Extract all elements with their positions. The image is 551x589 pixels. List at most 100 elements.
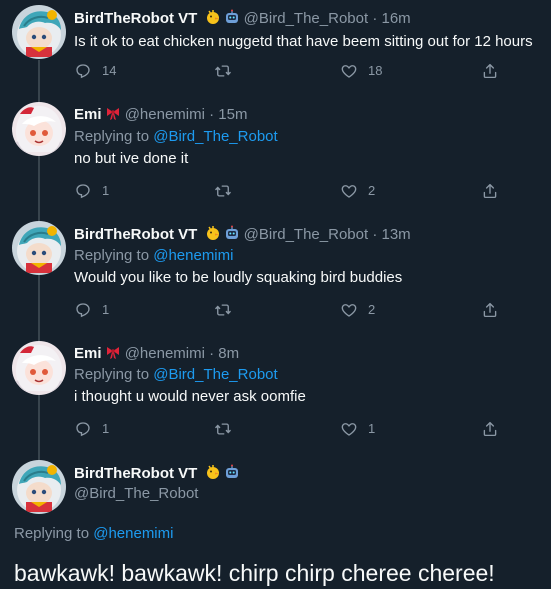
like-count: 2	[368, 302, 376, 317]
main-tweet-name-row: BirdTheRobot VT	[74, 464, 240, 482]
reply-count: 14	[102, 63, 117, 78]
share-icon	[481, 301, 499, 319]
avatar[interactable]	[12, 102, 66, 156]
tweet-actions: 1 2	[74, 301, 514, 321]
replying-to: Replying to @Bird_The_Robot	[74, 128, 278, 145]
tweet-actions: 1 1	[74, 420, 514, 440]
replying-handle-link[interactable]: @henemimi	[153, 247, 233, 264]
chick-emoji-icon	[205, 464, 221, 480]
emi-avatar-image	[12, 102, 66, 156]
retweet-button[interactable]	[214, 301, 242, 319]
bird-avatar-image	[12, 460, 66, 514]
share-icon	[481, 182, 499, 200]
like-icon	[340, 182, 358, 200]
replying-handle-link[interactable]: @henemimi	[93, 525, 173, 542]
tweet-actions: 14 18	[74, 62, 514, 82]
thread-tweet[interactable]: BirdTheRobot VT @Bird_The_Robot · 13m Re…	[0, 211, 551, 331]
like-icon	[340, 420, 358, 438]
display-name[interactable]: BirdTheRobot VT	[74, 10, 197, 27]
reply-icon	[74, 420, 92, 438]
timestamp[interactable]: 15m	[218, 106, 247, 123]
emi-avatar-image	[12, 341, 66, 395]
replying-label: Replying to	[74, 247, 150, 264]
display-name[interactable]: Emi	[74, 345, 102, 362]
replying-label: Replying to	[14, 525, 90, 542]
like-button[interactable]: 2	[340, 182, 375, 200]
share-icon	[481, 420, 499, 438]
bird-avatar-image	[12, 5, 66, 59]
separator: ·	[209, 345, 215, 362]
tweet-actions: 1 2	[74, 182, 514, 202]
replying-handle-link[interactable]: @Bird_The_Robot	[153, 128, 277, 145]
thread-tweet[interactable]: Emi @henemimi · 8m Replying to @Bird_The…	[0, 331, 551, 449]
handle[interactable]: @henemimi	[125, 345, 205, 362]
tweet-header: Emi @henemimi · 15m	[74, 105, 247, 123]
retweet-button[interactable]	[214, 182, 242, 200]
share-button[interactable]	[481, 62, 509, 80]
reply-button[interactable]: 1	[74, 182, 109, 200]
tweet-text: Is it ok to eat chicken nuggetd that hav…	[74, 33, 533, 50]
like-button[interactable]: 18	[340, 62, 382, 80]
avatar[interactable]	[12, 341, 66, 395]
thread-tweet[interactable]: Emi @henemimi · 15m Replying to @Bird_Th…	[0, 92, 551, 211]
display-name[interactable]: BirdTheRobot VT	[74, 465, 197, 482]
separator: ·	[372, 10, 378, 27]
timestamp[interactable]: 16m	[381, 10, 410, 27]
thread-tweet[interactable]: BirdTheRobot VT @Bird_The_Robot · 16m Is…	[0, 0, 551, 92]
handle[interactable]: @Bird_The_Robot	[244, 10, 368, 27]
share-button[interactable]	[481, 301, 509, 319]
replying-to: Replying to @henemimi	[74, 247, 233, 264]
separator: ·	[372, 226, 378, 243]
avatar[interactable]	[12, 460, 66, 514]
reply-button[interactable]: 14	[74, 62, 116, 80]
tweet-text: Would you like to be loudly squaking bir…	[74, 269, 403, 286]
avatar[interactable]	[12, 5, 66, 59]
retweet-button[interactable]	[214, 62, 242, 80]
tweet-text: no but ive done it	[74, 150, 189, 167]
retweet-icon	[214, 62, 232, 80]
retweet-icon	[214, 420, 232, 438]
display-name[interactable]: BirdTheRobot VT	[74, 226, 197, 243]
avatar[interactable]	[12, 221, 66, 275]
main-replying-to: Replying to @henemimi	[14, 525, 173, 542]
replying-handle-link[interactable]: @Bird_The_Robot	[153, 366, 277, 383]
retweet-button[interactable]	[214, 420, 242, 438]
ribbon-emoji-icon	[105, 105, 121, 121]
like-count: 18	[368, 63, 383, 78]
like-button[interactable]: 2	[340, 301, 375, 319]
share-button[interactable]	[481, 182, 509, 200]
timestamp[interactable]: 13m	[381, 226, 410, 243]
share-icon	[481, 62, 499, 80]
reply-icon	[74, 301, 92, 319]
like-count: 2	[368, 183, 376, 198]
retweet-icon	[214, 301, 232, 319]
retweet-icon	[214, 182, 232, 200]
reply-count: 1	[102, 302, 110, 317]
robot-emoji-icon	[224, 9, 240, 25]
tweet-header: Emi @henemimi · 8m	[74, 344, 239, 362]
display-name[interactable]: Emi	[74, 106, 102, 123]
handle[interactable]: @Bird_The_Robot	[74, 485, 198, 502]
reply-button[interactable]: 1	[74, 301, 109, 319]
ribbon-emoji-icon	[105, 344, 121, 360]
reply-icon	[74, 62, 92, 80]
reply-icon	[74, 182, 92, 200]
like-button[interactable]: 1	[340, 420, 375, 438]
handle[interactable]: @henemimi	[125, 106, 205, 123]
handle[interactable]: @Bird_The_Robot	[244, 226, 368, 243]
reply-count: 1	[102, 183, 110, 198]
robot-emoji-icon	[224, 464, 240, 480]
timestamp[interactable]: 8m	[218, 345, 239, 362]
share-button[interactable]	[481, 420, 509, 438]
replying-label: Replying to	[74, 366, 150, 383]
like-icon	[340, 301, 358, 319]
replying-label: Replying to	[74, 128, 150, 145]
bird-avatar-image	[12, 221, 66, 275]
like-count: 1	[368, 421, 376, 436]
tweet-header: BirdTheRobot VT @Bird_The_Robot · 13m	[74, 225, 411, 243]
tweet-text: i thought u would never ask oomfie	[74, 388, 306, 405]
separator: ·	[209, 106, 215, 123]
reply-count: 1	[102, 421, 110, 436]
like-icon	[340, 62, 358, 80]
reply-button[interactable]: 1	[74, 420, 109, 438]
